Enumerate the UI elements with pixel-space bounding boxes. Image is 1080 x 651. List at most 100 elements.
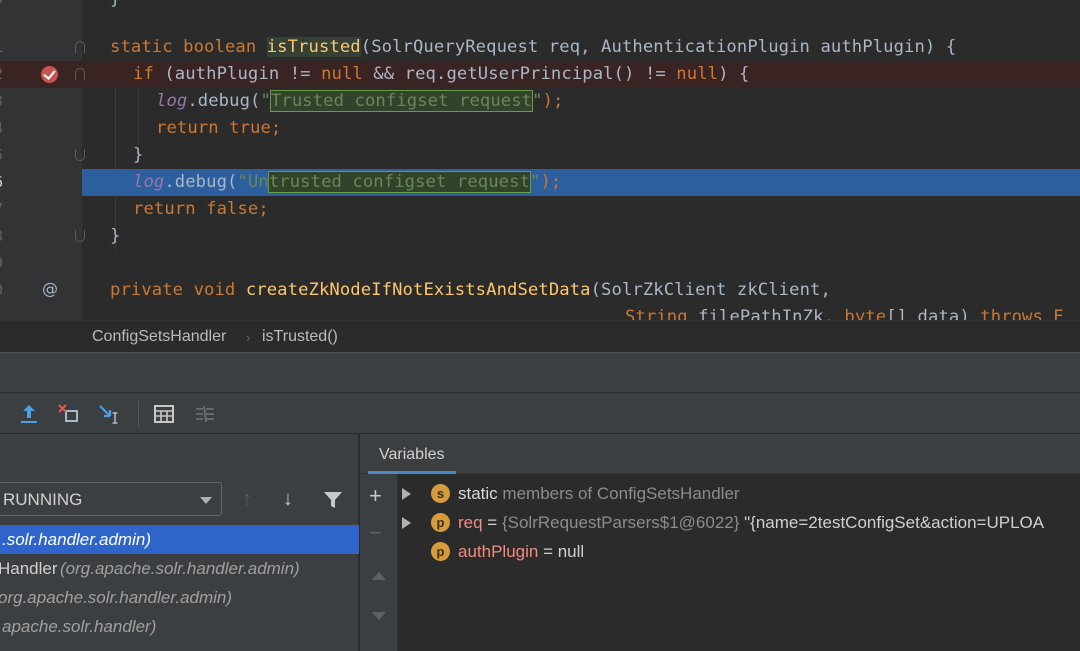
- frames-panel: RUNNING ↑ ↓ .solr.handler.admin) Handler…: [0, 434, 359, 651]
- code-line: 1 static boolean isTrusted(SolrQueryRequ…: [0, 34, 1080, 61]
- code-token: createZkNodeIfNotExistsAndSetData: [245, 280, 591, 300]
- line-number: 5: [0, 146, 3, 164]
- code-token: return true;: [156, 118, 282, 138]
- fold-icon[interactable]: [75, 68, 85, 80]
- variable-value: "{name=2testConfigSet&action=UPLOA: [739, 513, 1045, 532]
- line-number: 0: [0, 281, 3, 299]
- code-token: (authPlugin !=: [164, 64, 322, 84]
- code-text: String filePathInZk, byte[] data) throws…: [625, 307, 1064, 320]
- code-text: }: [110, 0, 120, 9]
- move-up-icon[interactable]: [371, 562, 387, 588]
- breadcrumb-method[interactable]: isTrusted(): [262, 328, 338, 346]
- annotation-icon[interactable]: @: [42, 279, 58, 298]
- code-token: private void: [110, 280, 246, 300]
- step-out-icon[interactable]: [16, 401, 42, 427]
- code-token: [] data): [886, 307, 981, 320]
- drop-frame-icon[interactable]: [56, 401, 82, 427]
- breadcrumb-class[interactable]: ConfigSetsHandler: [92, 328, 226, 346]
- code-token: .debug(: [164, 172, 238, 192]
- parameter-badge-icon: p: [431, 542, 450, 561]
- chevron-down-icon: [200, 497, 212, 504]
- frame-method: Handler: [0, 559, 58, 578]
- code-text: static boolean isTrusted(SolrQueryReques…: [110, 37, 956, 57]
- variables-panel: Variables + − s static members of Config…: [360, 434, 1080, 651]
- line-number: 0: [0, 0, 3, 8]
- variables-side-toolbar: + −: [360, 474, 398, 651]
- code-token: .debug(: [187, 91, 261, 111]
- frame-package: apache.solr.handler): [2, 617, 157, 636]
- code-line: 1 String filePathInZk, byte[] data) thro…: [0, 304, 1080, 320]
- code-token: }: [110, 0, 120, 9]
- code-token: throws E: [980, 307, 1064, 320]
- frame-row[interactable]: apache.solr.handler): [0, 612, 359, 641]
- frame-package: org.apache.solr.handler.admin): [0, 588, 233, 607]
- arrow-up-icon[interactable]: ↑: [242, 488, 252, 511]
- frame-row[interactable]: Handler (org.apache.solr.handler.admin): [0, 554, 359, 583]
- code-line: 3 log.debug("Trusted configset request")…: [0, 88, 1080, 115]
- line-number: 2: [0, 65, 3, 83]
- code-line: 0 @ private void createZkNodeIfNotExists…: [0, 277, 1080, 304]
- variable-value: null: [557, 542, 585, 561]
- line-number: 7: [0, 200, 3, 218]
- code-token: log: [156, 91, 188, 111]
- code-token: Trusted configset request: [269, 90, 534, 112]
- code-line-breakpoint: 2 if (authPlugin != null && req.getUserP…: [0, 61, 1080, 88]
- code-token: ": [530, 172, 541, 192]
- code-token: }: [133, 145, 144, 165]
- variable-description: members of ConfigSetsHandler: [497, 484, 740, 503]
- remove-watch-icon[interactable]: −: [369, 520, 382, 546]
- parameter-badge-icon: p: [431, 513, 450, 532]
- breakpoint-icon[interactable]: [41, 66, 58, 83]
- thread-selector-value: RUNNING: [3, 490, 83, 509]
- variable-name: authPlugin: [458, 542, 539, 561]
- code-token: );: [542, 91, 564, 111]
- line-number: 1: [0, 38, 3, 56]
- variable-row[interactable]: p authPlugin = null: [398, 537, 1080, 565]
- filter-icon[interactable]: [323, 490, 343, 516]
- thread-selector[interactable]: RUNNING: [0, 482, 222, 516]
- code-text: private void createZkNodeIfNotExistsAndS…: [110, 280, 831, 300]
- frame-row[interactable]: org.apache.solr.handler.admin): [0, 583, 359, 612]
- variable-name: req: [458, 513, 483, 532]
- code-token: );: [540, 172, 562, 192]
- fold-icon[interactable]: [75, 230, 85, 242]
- code-token: && req.getUserPrincipal() !=: [362, 64, 677, 84]
- breadcrumb: ConfigSetsHandler › isTrusted(): [0, 320, 1080, 352]
- code-line-execution-point: 6 log.debug("Untrusted configset request…: [0, 169, 1080, 196]
- code-editor[interactable]: 0 } 1 static boolean isTrusted(SolrQuery…: [0, 0, 1080, 320]
- variable-type: {SolrRequestParsers$1@6022}: [501, 513, 740, 532]
- code-token: ": [532, 91, 543, 111]
- code-token: null: [321, 64, 363, 84]
- code-line: 5 }: [0, 142, 1080, 169]
- code-token: ) {: [718, 64, 750, 84]
- code-line: 8 }: [0, 223, 1080, 250]
- add-watch-icon[interactable]: +: [369, 483, 382, 509]
- breadcrumb-separator: ›: [246, 330, 251, 345]
- code-line: 4 return true;: [0, 115, 1080, 142]
- static-badge-icon: s: [431, 484, 450, 503]
- expand-arrow-icon[interactable]: [402, 517, 411, 529]
- variable-row[interactable]: s static members of ConfigSetsHandler: [398, 479, 1080, 507]
- tab-variables[interactable]: Variables: [368, 434, 456, 474]
- expand-arrow-icon[interactable]: [402, 488, 411, 500]
- move-down-icon[interactable]: [371, 602, 387, 628]
- toolbar-separator: [138, 401, 139, 427]
- code-token: (SolrZkClient zkClient,: [590, 280, 831, 300]
- frame-package: .solr.handler.admin): [2, 530, 151, 549]
- fold-icon[interactable]: [75, 41, 85, 53]
- code-token: }: [110, 226, 121, 246]
- debug-tool-window-header: [0, 352, 1080, 392]
- code-token: trusted configset request: [267, 171, 532, 193]
- run-to-cursor-icon[interactable]: [96, 401, 122, 427]
- code-text: if (authPlugin != null && req.getUserPri…: [133, 64, 749, 84]
- code-text: return true;: [156, 118, 281, 138]
- trace-icon[interactable]: [192, 401, 218, 427]
- code-text: }: [133, 145, 143, 165]
- arrow-down-icon[interactable]: ↓: [283, 488, 293, 511]
- variable-row[interactable]: p req = {SolrRequestParsers$1@6022} "{na…: [398, 508, 1080, 536]
- code-token: return false;: [133, 199, 269, 219]
- evaluate-icon[interactable]: [151, 401, 177, 427]
- variables-tab-bar: Variables: [360, 434, 1080, 474]
- frame-row-selected[interactable]: .solr.handler.admin): [0, 525, 359, 554]
- fold-icon[interactable]: [75, 149, 85, 161]
